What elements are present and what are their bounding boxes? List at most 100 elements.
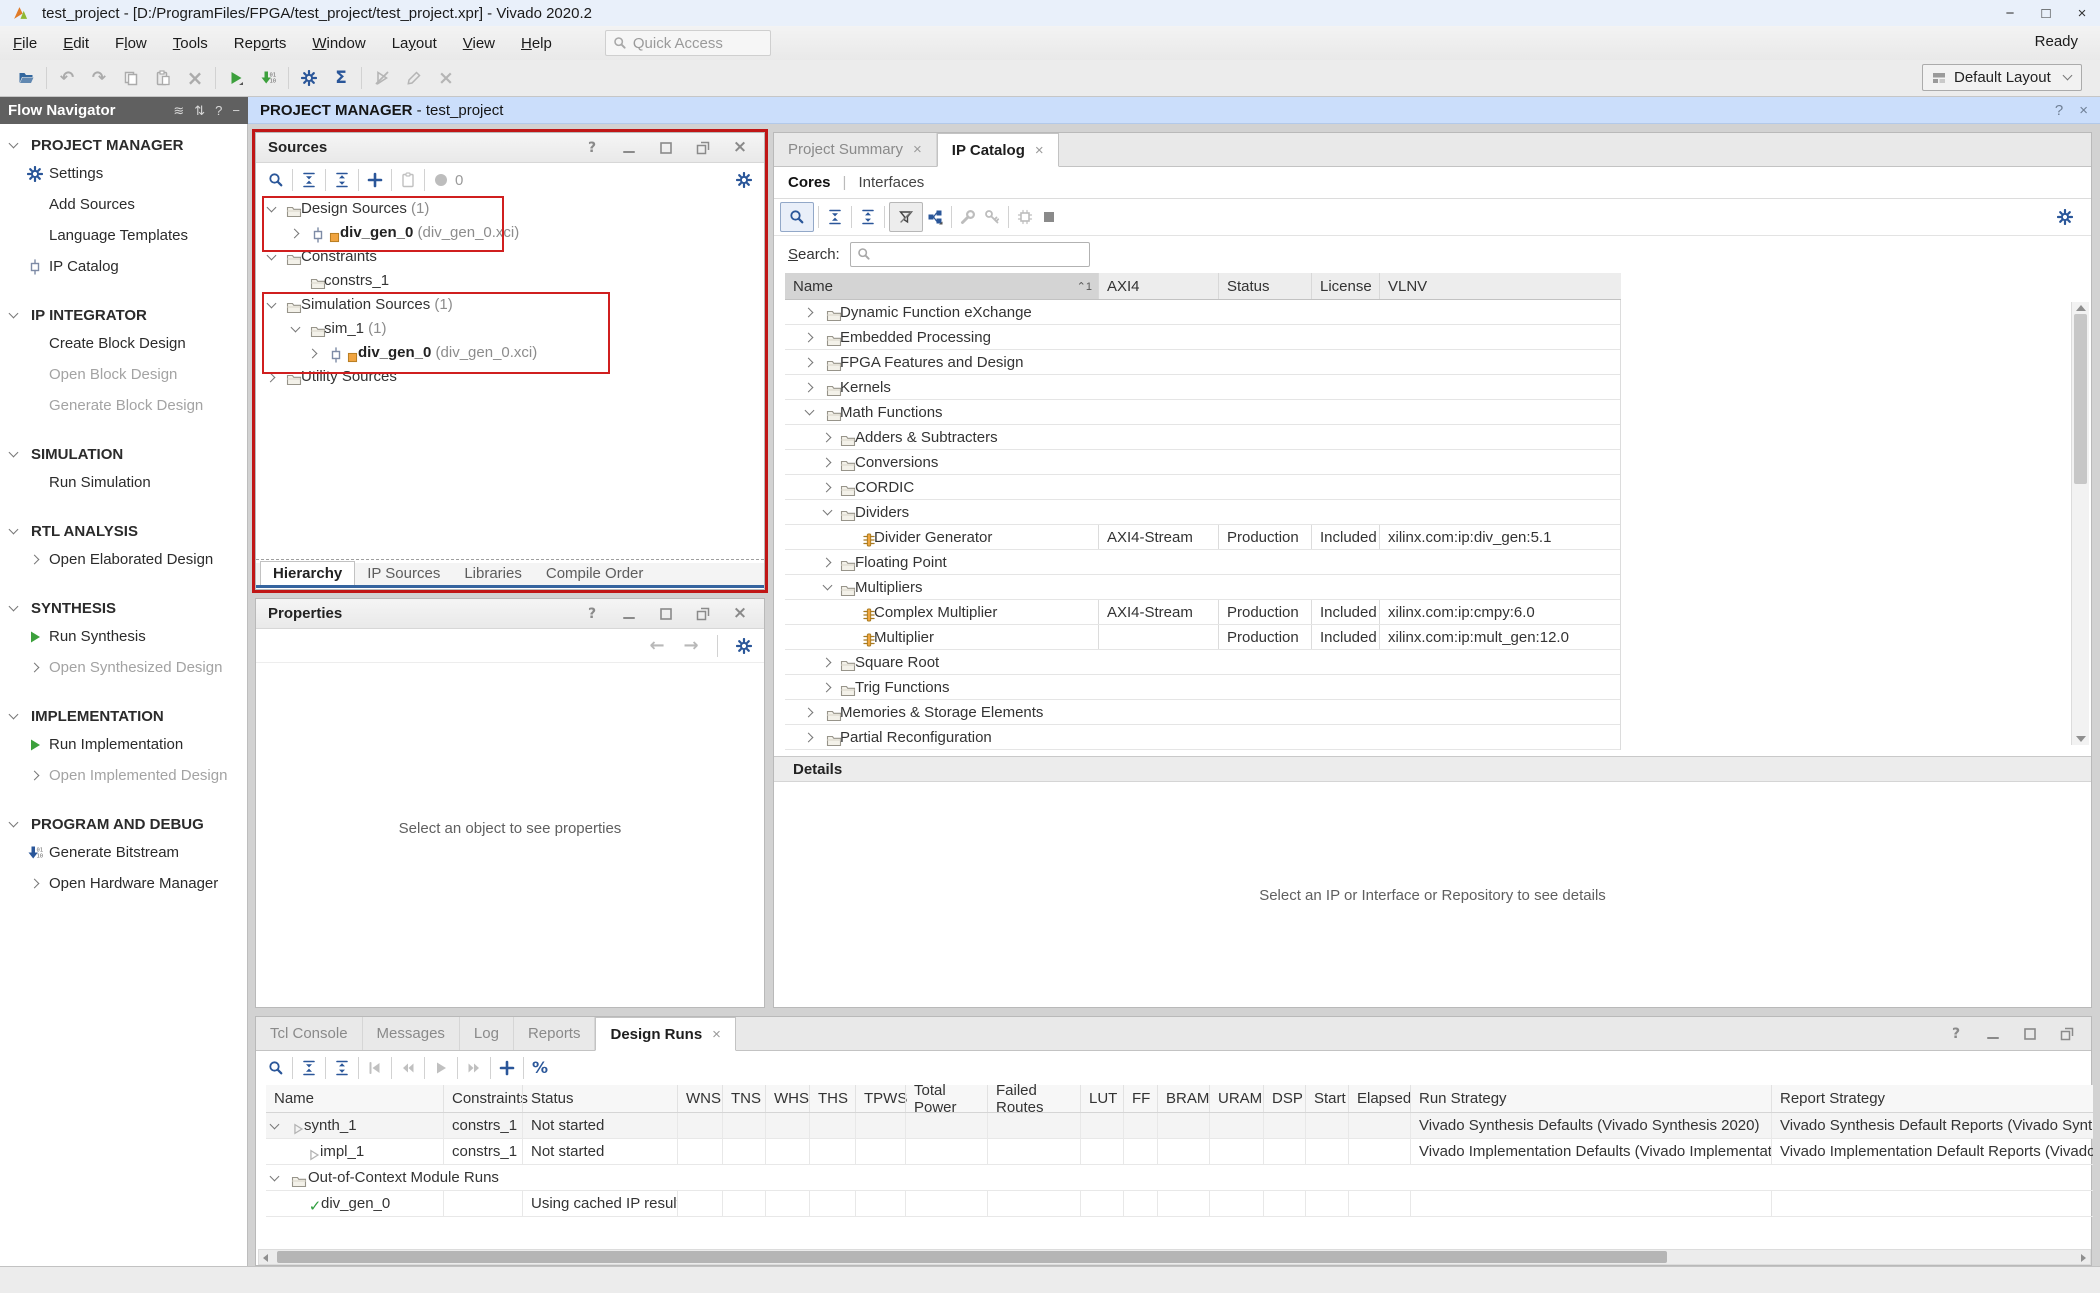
flow-nav-section-rtl-analysis[interactable]: RTL ANALYSIS [0,518,247,544]
help-icon[interactable]: ? [1944,1023,1968,1045]
catalog-row-Multipliers[interactable]: Multipliers [785,575,1620,600]
run-button[interactable] [220,64,252,92]
chevron-right-icon[interactable] [822,682,833,693]
scroll-down-arrow[interactable] [2076,736,2086,742]
settings-gear-button[interactable] [293,64,325,92]
chevron-right-icon[interactable] [804,732,815,743]
column-header-uram[interactable]: URAM [1209,1085,1263,1112]
menu-tools[interactable]: Tools [160,31,221,56]
chevron-down-icon[interactable] [822,507,833,518]
chevron-down-icon[interactable] [266,252,277,263]
column-header-total-power[interactable]: Total Power [905,1085,987,1112]
flow-nav-item-open-implemented-design[interactable]: Open Implemented Design [0,760,247,791]
sources-tab-compile-order[interactable]: Compile Order [534,562,656,585]
column-header-bram[interactable]: BRAM [1157,1085,1209,1112]
flow-nav-section-program-and-debug[interactable]: PROGRAM AND DEBUG [0,811,247,837]
settings-gear-icon[interactable] [732,635,756,657]
expand-collapse-icon[interactable]: ⇅ [194,103,205,119]
view-cores[interactable]: Cores [788,174,831,191]
catalog-row-Floating Point[interactable]: Floating Point [785,550,1620,575]
flow-nav-section-project-manager[interactable]: PROJECT MANAGER [0,132,247,158]
chevron-right-icon[interactable] [804,332,815,343]
search-icon[interactable] [264,169,288,191]
close-icon[interactable]: × [712,1026,721,1043]
collapse-all-icon[interactable]: ≋ [173,103,184,119]
flow-nav-section-synthesis[interactable]: SYNTHESIS [0,595,247,621]
step-fwd-icon[interactable] [462,1057,486,1079]
column-header-dsp[interactable]: DSP [1263,1085,1305,1112]
window-minimize-button[interactable]: − [1992,1,2028,25]
key-icon[interactable] [980,206,1004,228]
menu-layout[interactable]: Layout [379,31,450,56]
play-icon[interactable] [429,1057,453,1079]
search-button[interactable] [780,202,814,232]
chevron-right-icon[interactable] [804,357,815,368]
skip-to-start-icon[interactable] [363,1057,387,1079]
flow-nav-item-run-simulation[interactable]: Run Simulation [0,467,247,498]
tab-reports[interactable]: Reports [514,1017,596,1050]
column-header-run-strategy[interactable]: Run Strategy [1410,1085,1771,1112]
close-icon[interactable]: × [1035,142,1044,159]
chevron-right-icon[interactable] [822,482,833,493]
maximize-icon[interactable] [654,603,678,625]
add-icon[interactable] [495,1057,519,1079]
flow-nav-item-open-hardware-manager[interactable]: Open Hardware Manager [0,868,247,899]
chevron-right-icon[interactable] [804,382,815,393]
catalog-row-Adders & Subtracters[interactable]: Adders & Subtracters [785,425,1620,450]
catalog-row-Kernels[interactable]: Kernels [785,375,1620,400]
sources-tab-hierarchy[interactable]: Hierarchy [260,561,355,585]
tab-messages[interactable]: Messages [363,1017,460,1050]
search-icon[interactable] [264,1057,288,1079]
catalog-row-Dynamic Function eXchange[interactable]: Dynamic Function eXchange [785,300,1620,325]
copy-button[interactable] [115,64,147,92]
minimize-icon[interactable] [1981,1023,2005,1045]
flow-nav-item-add-sources[interactable]: Add Sources [0,189,247,220]
column-header-status[interactable]: Status [522,1085,677,1112]
catalog-row-Embedded Processing[interactable]: Embedded Processing [785,325,1620,350]
flow-nav-item-create-block-design[interactable]: Create Block Design [0,328,247,359]
chevron-down-icon[interactable] [269,1121,280,1132]
help-icon[interactable]: ? [215,103,222,118]
edit-disabled-button[interactable] [398,64,430,92]
undo-button[interactable]: ↶ [51,64,83,92]
menu-view[interactable]: View [450,31,508,56]
run-disabled-button[interactable] [366,64,398,92]
chevron-down-icon[interactable] [290,324,301,335]
chip-icon[interactable] [1013,206,1037,228]
minimize-icon[interactable] [617,603,641,625]
maximize-icon[interactable] [654,137,678,159]
sources-panel-header[interactable]: Sources ?× [256,133,764,163]
tab-design-runs[interactable]: Design Runs× [595,1017,735,1051]
expand-all-icon[interactable] [330,1057,354,1079]
flow-nav-item-run-implementation[interactable]: Run Implementation [0,729,247,760]
vertical-scrollbar[interactable] [2071,302,2089,745]
source-tree-row-Simulation Sources[interactable]: Simulation Sources (1) [256,293,764,317]
scroll-left-arrow[interactable] [263,1254,268,1262]
flow-nav-section-ip-integrator[interactable]: IP INTEGRATOR [0,302,247,328]
splitter[interactable] [256,559,764,560]
view-interfaces[interactable]: Interfaces [858,174,924,191]
filter-button[interactable] [889,202,923,232]
menu-flow[interactable]: Flow [102,31,160,56]
source-tree-row-div_gen_0[interactable]: div_gen_0 (div_gen_0.xci) [256,341,764,365]
help-icon[interactable]: ? [580,137,604,159]
column-header-license[interactable]: License [1311,273,1379,299]
column-header-constraints[interactable]: Constraints [443,1085,522,1112]
menu-edit[interactable]: Edit [50,31,102,56]
chevron-right-icon[interactable] [822,557,833,568]
menu-window[interactable]: Window [299,31,378,56]
chevron-right-icon[interactable] [804,707,815,718]
column-header-start[interactable]: Start [1305,1085,1348,1112]
chevron-down-icon[interactable] [266,204,277,215]
catalog-row-Multiplier[interactable]: MultiplierProductionIncludedxilinx.com:i… [785,625,1620,650]
scrollbar-thumb[interactable] [277,1251,1667,1263]
catalog-row-Divider Generator[interactable]: Divider GeneratorAXI4-StreamProductionIn… [785,525,1620,550]
catalog-row-Dividers[interactable]: Dividers [785,500,1620,525]
flow-nav-item-open-block-design[interactable]: Open Block Design [0,359,247,390]
clipboard-icon[interactable] [396,169,420,191]
properties-panel-header[interactable]: Properties ?× [256,599,764,629]
column-header-failed-routes[interactable]: Failed Routes [987,1085,1080,1112]
column-header-name[interactable]: Name⌃1 [785,273,1098,299]
generate-bitstream-button[interactable]: 0110 [252,64,284,92]
add-icon[interactable] [363,169,387,191]
